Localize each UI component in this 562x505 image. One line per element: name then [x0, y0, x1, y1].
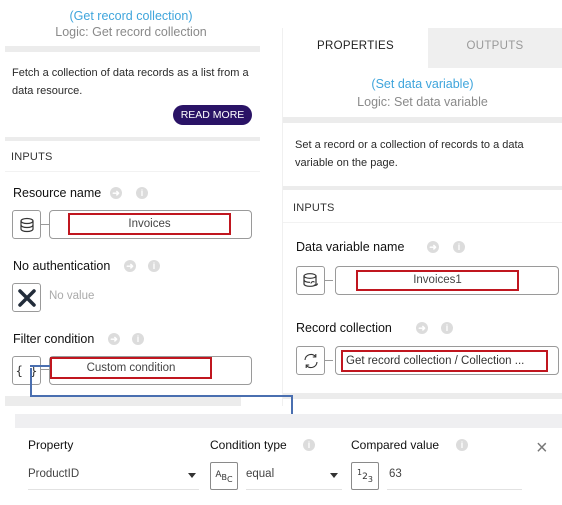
divider — [5, 46, 260, 52]
panel-description: Set a record or a collection of records … — [295, 139, 524, 169]
info-icon[interactable]: i — [136, 187, 148, 199]
data-variable-name-label: Data variable name — [296, 240, 405, 254]
braces-icon[interactable]: { } — [12, 356, 41, 385]
database-icon[interactable] — [12, 210, 41, 239]
property-value[interactable]: ProductID — [28, 468, 79, 480]
bind-arrow-icon[interactable]: ➜ — [124, 260, 136, 272]
connector — [325, 360, 333, 361]
tab-properties[interactable]: PROPERTIES — [283, 28, 428, 68]
resource-name-value[interactable]: Invoices — [68, 213, 231, 235]
bind-arrow-icon[interactable]: ➜ — [427, 241, 439, 253]
info-icon[interactable]: i — [456, 439, 468, 451]
bind-arrow-icon[interactable]: ➜ — [108, 333, 120, 345]
data-variable-icon[interactable] — [296, 266, 325, 295]
read-more-button[interactable]: READ MORE — [173, 105, 252, 125]
info-icon[interactable]: i — [132, 333, 144, 345]
connector — [325, 280, 333, 281]
record-collection-value[interactable]: Get record collection / Collection ... — [341, 350, 548, 372]
panel-subtitle: Logic: Get record collection — [55, 25, 207, 39]
info-icon[interactable]: i — [441, 322, 453, 334]
divider — [283, 393, 562, 399]
filter-condition-label: Filter condition — [13, 332, 95, 346]
connector-line — [30, 395, 293, 397]
panel-description: Fetch a collection of data records as a … — [12, 67, 249, 97]
compared-value-underline — [387, 489, 522, 490]
inputs-section-label: INPUTS — [293, 202, 335, 214]
divider — [283, 117, 562, 123]
bind-arrow-icon[interactable]: ➜ — [416, 322, 428, 334]
condition-panel — [15, 428, 562, 505]
bind-arrow-icon[interactable]: ➜ — [110, 187, 122, 199]
connector — [41, 224, 49, 225]
panel-subtitle: Logic: Set data variable — [357, 95, 488, 109]
no-authentication-value: No value — [49, 290, 95, 302]
info-icon[interactable]: i — [303, 439, 315, 451]
compared-value-input[interactable]: 63 — [389, 468, 402, 480]
record-collection-label: Record collection — [296, 321, 392, 335]
connector-line — [30, 368, 32, 396]
no-authentication-label: No authentication — [13, 259, 111, 273]
divider — [5, 171, 260, 172]
inputs-section-label: INPUTS — [11, 151, 53, 163]
divider — [283, 186, 562, 190]
x-icon[interactable] — [12, 283, 41, 312]
chevron-down-icon[interactable] — [330, 473, 338, 478]
number-type-icon: 123 — [351, 462, 379, 490]
connector-line — [30, 365, 50, 367]
compared-value-header: Compared value — [351, 438, 440, 452]
property-header: Property — [28, 438, 74, 452]
filter-condition-value[interactable]: Custom condition — [50, 357, 212, 379]
tab-outputs[interactable]: OUTPUTS — [428, 28, 562, 68]
info-icon[interactable]: i — [148, 260, 160, 272]
resource-name-label: Resource name — [13, 186, 102, 200]
connector — [41, 369, 49, 370]
info-icon[interactable]: i — [453, 241, 465, 253]
panel-title[interactable]: (Set data variable) — [283, 77, 562, 91]
divider — [5, 396, 241, 406]
chevron-down-icon[interactable] — [188, 473, 196, 478]
connector-line — [291, 395, 293, 414]
refresh-icon[interactable] — [296, 346, 325, 375]
condition-type-value[interactable]: equal — [246, 468, 274, 480]
condition-panel-header-bar — [15, 414, 562, 428]
panel-title[interactable]: (Get record collection) — [0, 9, 262, 23]
divider — [5, 137, 260, 141]
divider — [283, 222, 562, 223]
close-icon[interactable]: × — [536, 438, 548, 458]
property-underline — [28, 489, 199, 490]
condition-type-underline — [246, 489, 342, 490]
data-variable-name-value[interactable]: Invoices1 — [356, 270, 519, 291]
get-record-collection-panel: (Get record collection) Logic: Get recor… — [0, 0, 262, 406]
text-type-icon: ABC — [210, 462, 238, 490]
condition-type-header: Condition type — [210, 438, 287, 452]
